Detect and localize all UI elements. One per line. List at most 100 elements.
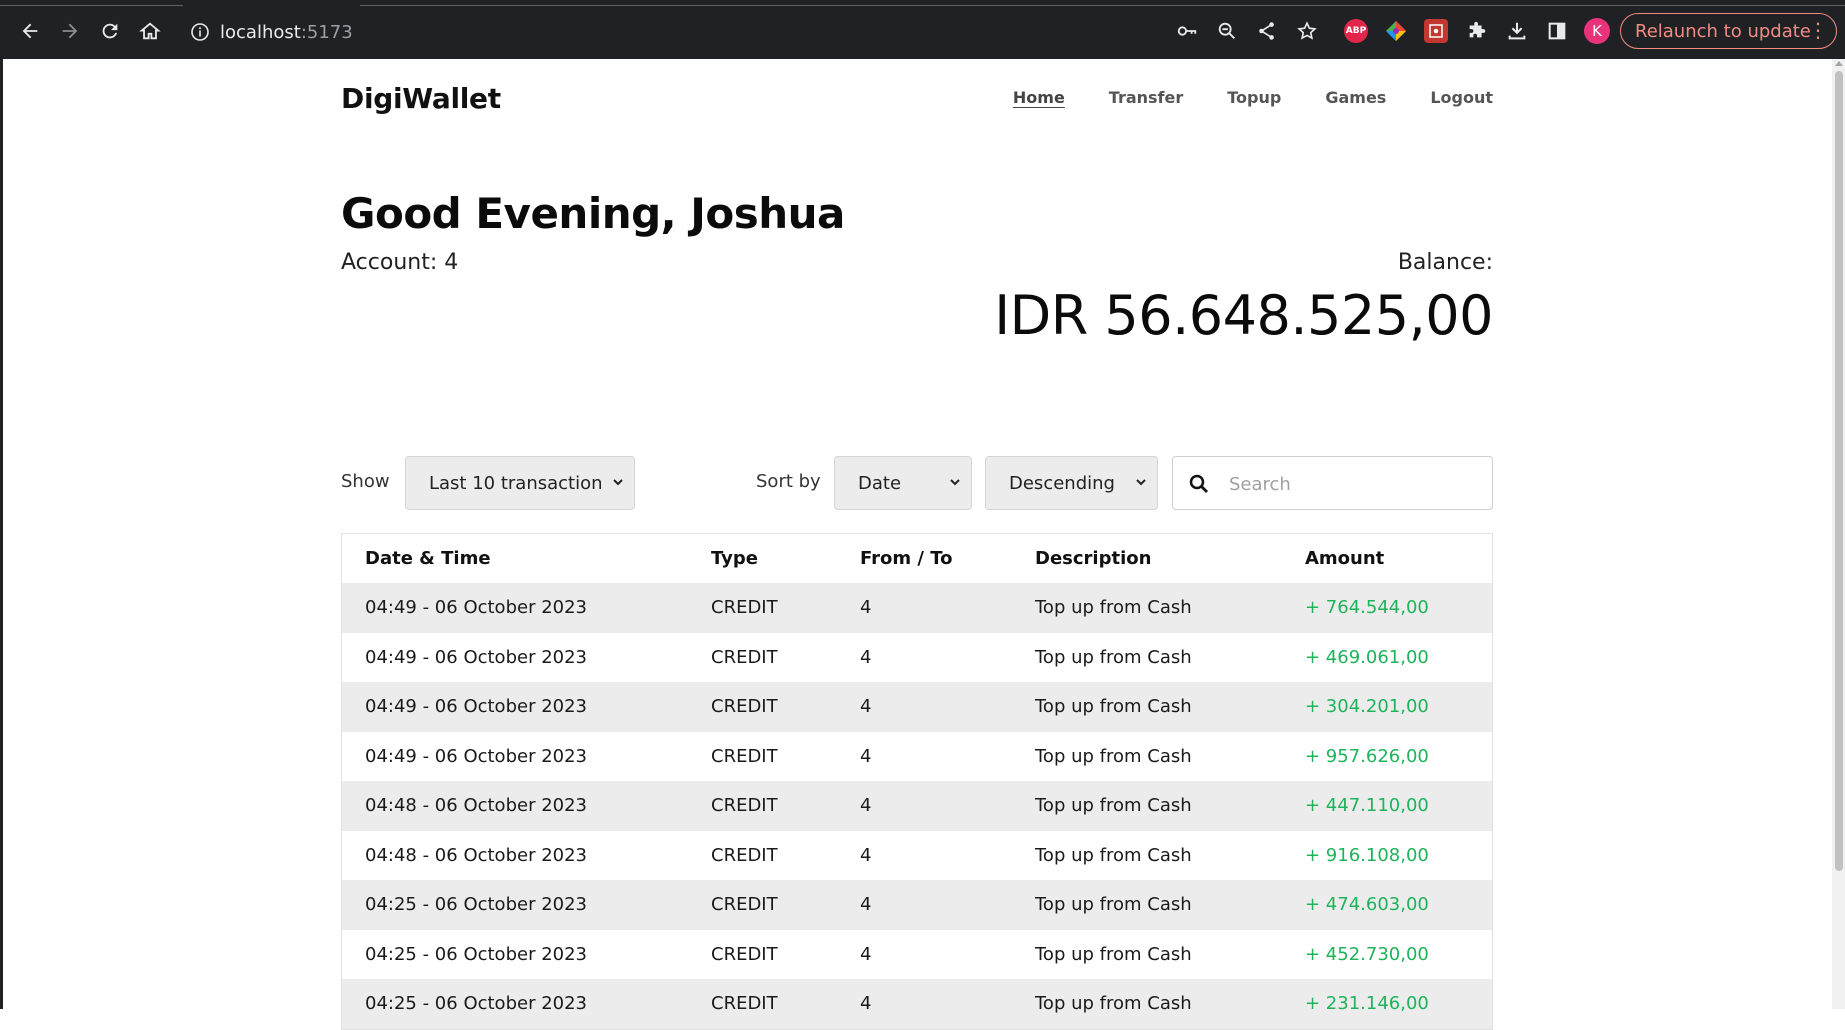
cell-datetime: 04:48 - 06 October 2023: [365, 795, 588, 817]
column-header-description[interactable]: Description: [1035, 534, 1151, 583]
nav-topup[interactable]: Topup: [1227, 88, 1281, 107]
column-header-type[interactable]: Type: [711, 534, 758, 583]
download-icon[interactable]: [1502, 16, 1532, 46]
scrollbar[interactable]: [1832, 59, 1845, 1009]
column-header-datetime[interactable]: Date & Time: [365, 534, 491, 583]
cell-type: CREDIT: [711, 894, 778, 916]
transactions-table: Date & Time Type From / To Description A…: [341, 533, 1493, 1030]
profile-initial: K: [1592, 22, 1602, 40]
cell-description: Top up from Cash: [1035, 844, 1192, 866]
cell-datetime: 04:25 - 06 October 2023: [365, 943, 588, 965]
table-controls: Show Last 10 transaction Sort by Date De…: [341, 456, 1493, 512]
cell-type: CREDIT: [711, 993, 778, 1015]
scroll-up-icon[interactable]: [1835, 61, 1843, 66]
url-text: localhost:5173: [220, 22, 353, 43]
cell-description: Top up from Cash: [1035, 646, 1192, 668]
cell-from-to: 4: [860, 597, 872, 619]
sort-field-select[interactable]: Date: [834, 456, 972, 510]
screenshot-icon[interactable]: [1424, 19, 1448, 43]
show-select[interactable]: Last 10 transaction: [405, 456, 635, 510]
browser-toolbar: localhost:5173 ABP K Relaunch to update …: [0, 0, 1845, 59]
relaunch-label: Relaunch to update: [1635, 20, 1811, 42]
cell-amount: + 469.061,00: [1305, 646, 1429, 668]
table-row[interactable]: 04:25 - 06 October 2023 CREDIT 4 Top up fro…: [342, 979, 1492, 1029]
cell-from-to: 4: [860, 993, 872, 1015]
address-bar[interactable]: localhost:5173: [178, 13, 1178, 51]
sort-label: Sort by: [756, 471, 821, 492]
cell-description: Top up from Cash: [1035, 597, 1192, 619]
profile-avatar[interactable]: K: [1584, 18, 1610, 44]
cell-from-to: 4: [860, 646, 872, 668]
cell-amount: + 764.544,00: [1305, 597, 1429, 619]
abp-icon[interactable]: ABP: [1344, 19, 1368, 43]
table-header-row: Date & Time Type From / To Description A…: [342, 534, 1492, 583]
chevron-down-icon: [613, 479, 623, 486]
sort-field-value: Date: [858, 472, 902, 494]
column-header-amount[interactable]: Amount: [1305, 534, 1384, 583]
site-info-icon[interactable]: [190, 22, 210, 42]
table-body: 04:49 - 06 October 2023 CREDIT 4 Top up fro…: [342, 583, 1492, 1029]
cell-from-to: 4: [860, 795, 872, 817]
puzzle-icon[interactable]: [1462, 16, 1492, 46]
key-icon[interactable]: [1172, 16, 1202, 46]
main-nav: Home Transfer Topup Games Logout: [969, 88, 1493, 107]
cell-type: CREDIT: [711, 795, 778, 817]
show-select-value: Last 10 transaction: [429, 472, 603, 494]
cell-type: CREDIT: [711, 844, 778, 866]
abp-label: ABP: [1345, 26, 1367, 36]
cell-description: Top up from Cash: [1035, 894, 1192, 916]
cell-type: CREDIT: [711, 943, 778, 965]
relaunch-button[interactable]: Relaunch to update ⋮: [1620, 13, 1837, 49]
account-number: Account: 4: [341, 250, 459, 275]
balance-amount: IDR 56.648.525,00: [994, 284, 1493, 347]
back-icon[interactable]: [15, 16, 45, 46]
chevron-down-icon: [1136, 479, 1146, 486]
sort-order-value: Descending: [1009, 472, 1115, 494]
more-vert-icon[interactable]: ⋮: [1808, 20, 1828, 40]
cell-amount: + 474.603,00: [1305, 894, 1429, 916]
table-row[interactable]: 04:48 - 06 October 2023 CREDIT 4 Top up fro…: [342, 830, 1492, 880]
forward-icon[interactable]: [55, 16, 85, 46]
scrollbar-thumb[interactable]: [1835, 71, 1843, 871]
sort-order-select[interactable]: Descending: [985, 456, 1158, 510]
side-panel-icon[interactable]: [1542, 16, 1572, 46]
table-row[interactable]: 04:25 - 06 October 2023 CREDIT 4 Top up fro…: [342, 880, 1492, 930]
cell-from-to: 4: [860, 844, 872, 866]
bookmark-star-icon[interactable]: [1292, 16, 1322, 46]
cell-description: Top up from Cash: [1035, 795, 1192, 817]
table-row[interactable]: 04:49 - 06 October 2023 CREDIT 4 Top up fro…: [342, 632, 1492, 682]
balance-label: Balance:: [1397, 250, 1493, 275]
nav-games[interactable]: Games: [1325, 88, 1386, 107]
cell-amount: + 957.626,00: [1305, 745, 1429, 767]
cell-from-to: 4: [860, 894, 872, 916]
search-icon: [1189, 474, 1208, 493]
nav-home[interactable]: Home: [1013, 88, 1065, 107]
reload-icon[interactable]: [95, 16, 125, 46]
nav-logout[interactable]: Logout: [1430, 88, 1493, 107]
greeting-heading: Good Evening, Joshua: [341, 189, 845, 238]
table-row[interactable]: 04:49 - 06 October 2023 CREDIT 4 Top up fro…: [342, 682, 1492, 732]
cell-from-to: 4: [860, 696, 872, 718]
nav-transfer[interactable]: Transfer: [1109, 88, 1183, 107]
table-row[interactable]: 04:25 - 06 October 2023 CREDIT 4 Top up fro…: [342, 929, 1492, 979]
table-row[interactable]: 04:48 - 06 October 2023 CREDIT 4 Top up fro…: [342, 781, 1492, 831]
cell-description: Top up from Cash: [1035, 745, 1192, 767]
cell-description: Top up from Cash: [1035, 696, 1192, 718]
home-icon[interactable]: [135, 16, 165, 46]
table-row[interactable]: 04:49 - 06 October 2023 CREDIT 4 Top up fro…: [342, 583, 1492, 633]
brand-logo[interactable]: DigiWallet: [341, 82, 501, 115]
zoom-out-icon[interactable]: [1212, 16, 1242, 46]
table-row[interactable]: 04:49 - 06 October 2023 CREDIT 4 Top up fro…: [342, 731, 1492, 781]
cell-amount: + 304.201,00: [1305, 696, 1429, 718]
column-header-from-to[interactable]: From / To: [860, 534, 953, 583]
search-box[interactable]: [1172, 456, 1493, 510]
cell-type: CREDIT: [711, 696, 778, 718]
cell-datetime: 04:49 - 06 October 2023: [365, 646, 588, 668]
cell-description: Top up from Cash: [1035, 993, 1192, 1015]
cell-datetime: 04:49 - 06 October 2023: [365, 696, 588, 718]
color-picker-icon[interactable]: [1384, 19, 1408, 43]
tab-edge: [360, 0, 1845, 6]
url-port: :5173: [300, 22, 353, 43]
search-input[interactable]: [1227, 467, 1481, 501]
share-icon[interactable]: [1252, 16, 1282, 46]
